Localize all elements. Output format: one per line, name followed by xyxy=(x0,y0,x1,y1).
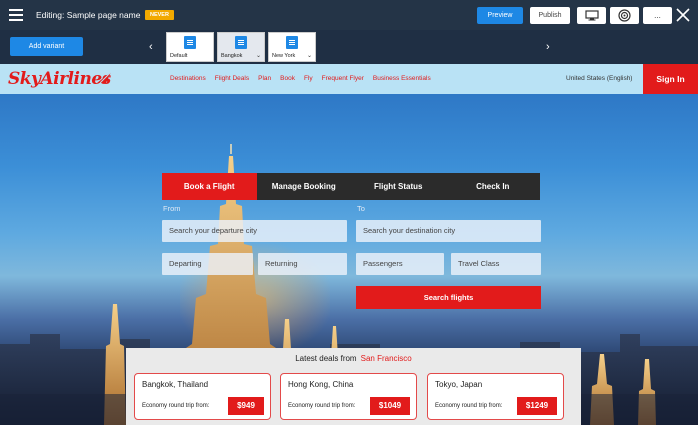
close-icon[interactable] xyxy=(675,7,691,23)
tab-manage-booking[interactable]: Manage Booking xyxy=(257,173,352,200)
nav-flight-deals[interactable]: Flight Deals xyxy=(215,75,249,82)
passengers-select[interactable]: Passengers xyxy=(356,253,444,275)
deals-heading: Latest deals from San Francisco xyxy=(126,354,581,363)
add-variant-button[interactable]: Add variant xyxy=(10,37,83,56)
booking-tabs: Book a Flight Manage Booking Flight Stat… xyxy=(162,173,540,200)
device-preview-button[interactable] xyxy=(577,7,606,24)
deal-card[interactable]: Bangkok, Thailand Economy round trip fro… xyxy=(134,373,271,420)
editor-toolbar: Editing: Sample page name NEVER Preview … xyxy=(0,0,698,30)
main-nav: Destinations Flight Deals Plan Book Fly … xyxy=(170,75,431,82)
deal-card[interactable]: Hong Kong, China Economy round trip from… xyxy=(280,373,417,420)
publish-button[interactable]: Publish xyxy=(530,7,570,24)
departure-city-input[interactable]: Search your departure city xyxy=(162,220,347,242)
chevron-down-icon[interactable]: ⌄ xyxy=(307,52,312,59)
more-button[interactable]: ... xyxy=(643,7,672,24)
deal-destination: Hong Kong, China xyxy=(288,380,354,389)
deals-panel: Latest deals from San Francisco Bangkok, … xyxy=(126,348,581,425)
variant-card-new-york[interactable]: New York ⌄ xyxy=(268,32,316,62)
deal-price[interactable]: $949 xyxy=(228,397,264,415)
deal-price[interactable]: $1049 xyxy=(370,397,410,415)
plane-icon xyxy=(97,71,112,84)
deals-heading-text: Latest deals from xyxy=(295,354,357,363)
target-icon xyxy=(618,9,631,22)
returning-date-input[interactable]: Returning xyxy=(258,253,347,275)
page-title: Editing: Sample page name xyxy=(36,10,141,20)
status-badge: NEVER xyxy=(145,10,174,20)
chevron-down-icon[interactable]: ⌄ xyxy=(256,52,261,59)
variant-card-default[interactable]: Default xyxy=(166,32,214,62)
travel-class-select[interactable]: Travel Class xyxy=(451,253,541,275)
variant-card-bangkok[interactable]: Bangkok ⌄ xyxy=(217,32,265,62)
nav-frequent-flyer[interactable]: Frequent Flyer xyxy=(322,75,364,82)
monitor-icon xyxy=(584,10,599,21)
nav-book[interactable]: Book xyxy=(280,75,295,82)
deal-note: Economy round trip from: xyxy=(288,403,356,409)
deals-city-link[interactable]: San Francisco xyxy=(361,354,412,363)
tab-check-in[interactable]: Check In xyxy=(446,173,541,200)
targeting-button[interactable] xyxy=(610,7,639,24)
destination-city-input[interactable]: Search your destination city xyxy=(356,220,541,242)
document-icon xyxy=(184,36,196,49)
to-label: To xyxy=(357,204,365,213)
deal-destination: Bangkok, Thailand xyxy=(142,380,209,389)
chevron-left-icon[interactable]: ‹ xyxy=(149,41,153,53)
site-header: SkyAirlines Destinations Flight Deals Pl… xyxy=(0,64,698,94)
variant-label: Bangkok xyxy=(221,53,243,59)
deal-destination: Tokyo, Japan xyxy=(435,380,483,389)
nav-destinations[interactable]: Destinations xyxy=(170,75,206,82)
deal-card[interactable]: Tokyo, Japan Economy round trip from: $1… xyxy=(427,373,564,420)
deal-note: Economy round trip from: xyxy=(435,403,503,409)
document-icon xyxy=(235,36,247,49)
sign-in-button[interactable]: Sign In xyxy=(643,64,698,94)
nav-business-essentials[interactable]: Business Essentials xyxy=(373,75,431,82)
deal-price[interactable]: $1249 xyxy=(517,397,557,415)
tab-book-a-flight[interactable]: Book a Flight xyxy=(162,173,257,200)
departing-date-input[interactable]: Departing xyxy=(162,253,253,275)
chevron-right-icon[interactable]: › xyxy=(546,41,550,53)
nav-plan[interactable]: Plan xyxy=(258,75,271,82)
variant-label: New York xyxy=(272,53,296,59)
document-icon xyxy=(286,36,298,49)
search-flights-button[interactable]: Search flights xyxy=(356,286,541,309)
variant-label: Default xyxy=(170,53,188,59)
menu-icon[interactable] xyxy=(9,9,23,21)
region-selector[interactable]: United States (English) xyxy=(566,75,632,82)
variant-bar: Add variant ‹ Default Bangkok ⌄ New York… xyxy=(0,30,698,64)
from-label: From xyxy=(163,204,181,213)
preview-button[interactable]: Preview xyxy=(477,7,523,24)
nav-fly[interactable]: Fly xyxy=(304,75,313,82)
tab-flight-status[interactable]: Flight Status xyxy=(351,173,446,200)
deal-note: Economy round trip from: xyxy=(142,403,210,409)
